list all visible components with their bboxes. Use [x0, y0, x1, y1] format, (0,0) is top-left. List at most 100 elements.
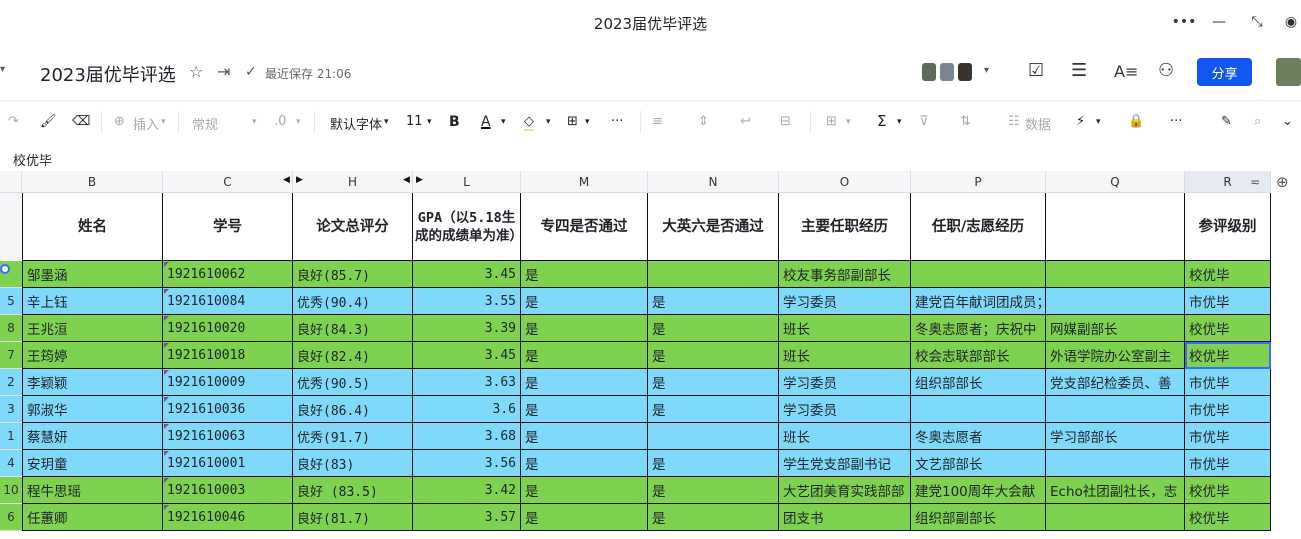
table-cell-r[interactable]: 校优毕: [1185, 261, 1271, 288]
table-cell-o[interactable]: 班长: [779, 423, 911, 450]
table-cell-o[interactable]: 学生党支部副书记: [779, 450, 911, 477]
collaborator-avatar[interactable]: [922, 63, 936, 81]
table-cell-b[interactable]: 邹墨涵: [22, 261, 163, 288]
align-left-icon[interactable]: ≡: [652, 114, 663, 129]
menu-icon[interactable]: ☰: [1071, 60, 1087, 81]
hidden-columns-right-arrow-icon[interactable]: ▶: [416, 175, 423, 185]
table-cell-q[interactable]: [1046, 504, 1185, 531]
table-cell-n[interactable]: 是: [648, 396, 779, 423]
table-cell-b[interactable]: 李颖颖: [22, 369, 163, 396]
format-painter-icon[interactable]: 🖌: [40, 114, 57, 129]
table-cell-r[interactable]: 校优毕: [1185, 342, 1271, 369]
row-number[interactable]: 4: [0, 450, 22, 477]
table-cell-h[interactable]: 良好(82.4): [293, 342, 413, 369]
table-cell-p[interactable]: 冬奥志愿者；庆祝中: [911, 315, 1046, 342]
chevron-down-icon[interactable]: ▾: [585, 117, 590, 127]
table-cell-b[interactable]: 王兆洹: [22, 315, 163, 342]
table-cell-m[interactable]: 是: [521, 477, 648, 504]
document-title[interactable]: 2023届优毕评选: [40, 61, 176, 87]
table-cell-m[interactable]: 是: [521, 315, 648, 342]
table-cell-c[interactable]: 1921610001: [163, 450, 293, 477]
column-header-q[interactable]: Q: [1046, 171, 1185, 193]
table-cell-q[interactable]: [1046, 288, 1185, 315]
move-to-icon[interactable]: ⇥: [217, 62, 230, 81]
border-icon[interactable]: ⊞: [567, 114, 578, 129]
table-cell-q[interactable]: [1046, 396, 1185, 423]
table-cell-c[interactable]: 1921610063: [163, 423, 293, 450]
collapse-chevron-icon[interactable]: ⌄: [1282, 114, 1293, 129]
table-cell-l[interactable]: 3.55: [413, 288, 521, 315]
table-cell-n[interactable]: 是: [648, 288, 779, 315]
column-title-h[interactable]: 论文总评分: [293, 193, 413, 261]
freeze-icon[interactable]: ⊞: [826, 114, 837, 129]
sum-button[interactable]: Σ: [877, 112, 886, 130]
table-cell-q[interactable]: Echo社团副社长，志: [1046, 477, 1185, 504]
table-cell-h[interactable]: 良好(86.4): [293, 396, 413, 423]
table-cell-m[interactable]: 是: [521, 369, 648, 396]
table-cell-b[interactable]: 王筠婷: [22, 342, 163, 369]
table-cell-o[interactable]: 校友事务部副部长: [779, 261, 911, 288]
more-icon[interactable]: •••: [1172, 10, 1197, 34]
user-avatar[interactable]: [1276, 58, 1301, 86]
table-cell-q[interactable]: 外语学院办公室副主: [1046, 342, 1185, 369]
automation-icon[interactable]: ⚡: [1076, 114, 1085, 129]
back-chevron-icon[interactable]: ▾: [0, 64, 5, 75]
table-cell-q[interactable]: [1046, 450, 1185, 477]
table-cell-c[interactable]: 1921610009: [163, 369, 293, 396]
chevron-down-icon[interactable]: ▾: [384, 117, 389, 127]
lock-icon[interactable]: 🔒: [1128, 114, 1144, 129]
data-icon[interactable]: ☷: [1008, 114, 1020, 129]
table-cell-c[interactable]: 1921610084: [163, 288, 293, 315]
add-task-icon[interactable]: ☑: [1028, 60, 1044, 81]
column-title-b[interactable]: 姓名: [22, 193, 163, 261]
redo-icon[interactable]: ↷: [8, 114, 19, 129]
chevron-down-icon[interactable]: ▾: [501, 117, 506, 127]
table-cell-c[interactable]: 1921610003: [163, 477, 293, 504]
table-cell-l[interactable]: 3.57: [413, 504, 521, 531]
add-column-icon[interactable]: ⊕: [1276, 173, 1289, 191]
row-number[interactable]: 10: [0, 477, 22, 504]
table-cell-c[interactable]: 1921610018: [163, 342, 293, 369]
table-cell-p[interactable]: 组织部副部长: [911, 504, 1046, 531]
row-number[interactable]: 7: [0, 342, 22, 369]
table-cell-m[interactable]: 是: [521, 450, 648, 477]
chevron-down-icon[interactable]: ▾: [1096, 117, 1101, 127]
column-header-o[interactable]: O: [779, 171, 911, 193]
filter-icon[interactable]: ⊽: [919, 114, 929, 129]
minimize-icon[interactable]: —: [1207, 10, 1231, 34]
table-cell-n[interactable]: 是: [648, 504, 779, 531]
table-cell-h[interactable]: 良好(83): [293, 450, 413, 477]
table-cell-r[interactable]: 市优毕: [1185, 369, 1271, 396]
table-cell-h[interactable]: 良好(85.7): [293, 261, 413, 288]
table-cell-p[interactable]: 组织部部长: [911, 369, 1046, 396]
bold-button[interactable]: B: [449, 114, 460, 130]
font-size-select[interactable]: 11: [406, 114, 423, 129]
spreadsheet-grid[interactable]: B C H L M N O P Q R ◀ ▶ ◀ ▶ ≂ ⊕ 姓名 学号 论文总评…: [0, 171, 1301, 539]
sort-icon[interactable]: ⇅: [960, 114, 971, 129]
table-cell-l[interactable]: 3.45: [413, 261, 521, 288]
table-cell-m[interactable]: 是: [521, 423, 648, 450]
insert-icon[interactable]: ⊕: [114, 114, 125, 129]
table-cell-c[interactable]: 1921610062: [163, 261, 293, 288]
more-toolbar-icon[interactable]: ···: [611, 114, 623, 129]
insert-menu[interactable]: 插入: [133, 114, 159, 133]
table-cell-h[interactable]: 良好(84.3): [293, 315, 413, 342]
table-cell-q[interactable]: 网媒副部长: [1046, 315, 1185, 342]
row-number[interactable]: 8: [0, 315, 22, 342]
table-cell-m[interactable]: 是: [521, 288, 648, 315]
table-cell-l[interactable]: 3.42: [413, 477, 521, 504]
table-cell-r[interactable]: 校优毕: [1185, 477, 1271, 504]
table-cell-o[interactable]: 班长: [779, 315, 911, 342]
table-cell-p[interactable]: 文艺部部长: [911, 450, 1046, 477]
table-cell-l[interactable]: 3.68: [413, 423, 521, 450]
formula-content[interactable]: 校优毕: [13, 150, 52, 169]
collaborator-avatar[interactable]: [940, 63, 954, 81]
row-number[interactable]: 6: [0, 504, 22, 531]
table-cell-p[interactable]: 建党百年献词团成员；党宣校电视台主编: [911, 288, 1046, 315]
brush-icon[interactable]: ✎: [1221, 114, 1232, 129]
table-cell-r[interactable]: 市优毕: [1185, 396, 1271, 423]
table-cell-o[interactable]: 学习委员: [779, 369, 911, 396]
table-cell-l[interactable]: 3.63: [413, 369, 521, 396]
text-color-button[interactable]: A: [481, 114, 491, 130]
table-cell-q[interactable]: 党支部纪检委员、善: [1046, 369, 1185, 396]
